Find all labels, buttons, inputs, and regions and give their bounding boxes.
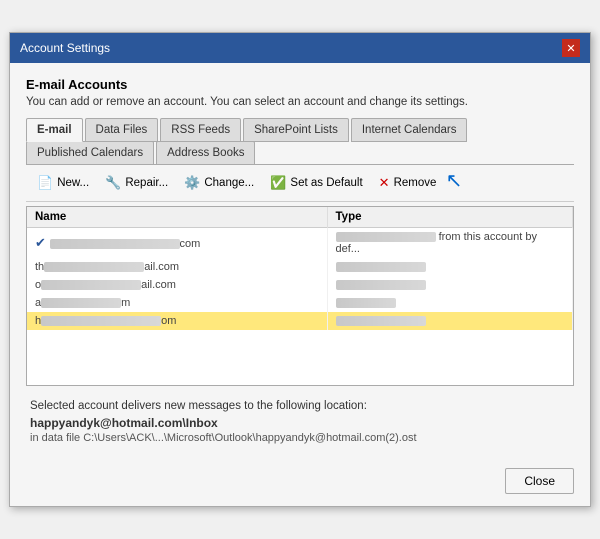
account-type-cell — [327, 294, 572, 312]
new-icon: 📄 — [37, 175, 53, 191]
type-blurred — [336, 232, 436, 242]
close-button[interactable]: ✕ — [562, 39, 580, 57]
table-row[interactable]: hom — [27, 312, 573, 330]
col-type-header: Type — [327, 207, 572, 228]
account-name-cell: oail.com — [27, 276, 327, 294]
tabs-container: E-mail Data Files RSS Feeds SharePoint L… — [26, 118, 574, 165]
tab-internet-calendars[interactable]: Internet Calendars — [351, 118, 468, 142]
tab-rss-feeds[interactable]: RSS Feeds — [160, 118, 241, 142]
remove-icon: ✕ — [379, 175, 390, 191]
change-icon: ⚙️ — [184, 175, 200, 191]
accounts-table: Name Type ✔ com from this account by def… — [26, 206, 574, 386]
name-blurred — [41, 298, 121, 308]
table-row[interactable]: th ail.com — [27, 258, 573, 276]
set-default-button[interactable]: ✅ Set as Default — [263, 171, 369, 195]
remove-button[interactable]: ✕ Remove ↖ — [372, 171, 444, 195]
repair-icon: 🔧 — [105, 175, 121, 191]
footer-info: Selected account delivers new messages t… — [26, 390, 574, 450]
table-row[interactable]: oail.com — [27, 276, 573, 294]
section-title: E-mail Accounts — [26, 77, 574, 92]
new-button[interactable]: 📄 New... — [30, 171, 96, 195]
tab-email[interactable]: E-mail — [26, 118, 83, 142]
name-suffix: com — [180, 238, 201, 250]
dialog-title: Account Settings — [20, 41, 110, 55]
account-name-cell: hom — [27, 312, 327, 330]
default-account-icon: ✔ — [35, 235, 50, 250]
default-label: Set as Default — [290, 177, 362, 189]
table-header: Name Type — [27, 207, 573, 228]
location-path: happyandyk@hotmail.com\Inbox — [30, 416, 570, 430]
default-icon: ✅ — [270, 175, 286, 191]
type-blurred — [336, 280, 426, 290]
new-label: New... — [57, 177, 89, 189]
delivers-line: Selected account delivers new messages t… — [30, 400, 570, 412]
dialog-footer: Close — [10, 460, 590, 506]
repair-button[interactable]: 🔧 Repair... — [98, 171, 175, 195]
tab-data-files[interactable]: Data Files — [85, 118, 159, 142]
repair-label: Repair... — [125, 177, 168, 189]
account-name-cell: th ail.com — [27, 258, 327, 276]
type-blurred — [336, 262, 426, 272]
account-name-cell: ✔ com — [27, 228, 327, 259]
table-row[interactable]: am — [27, 294, 573, 312]
type-blurred — [336, 316, 426, 326]
account-type-cell — [327, 258, 572, 276]
name-blurred — [44, 262, 144, 272]
account-type-cell — [327, 276, 572, 294]
toolbar: 📄 New... 🔧 Repair... ⚙️ Change... ✅ Set … — [26, 165, 574, 202]
account-type-cell — [327, 312, 572, 330]
name-suffix: m — [121, 297, 130, 309]
name-blurred — [41, 280, 141, 290]
name-suffix: ail.com — [141, 279, 176, 291]
title-bar: Account Settings ✕ — [10, 33, 590, 63]
tab-sharepoint-lists[interactable]: SharePoint Lists — [243, 118, 349, 142]
table-row[interactable]: ✔ com from this account by def... — [27, 228, 573, 259]
col-name-header: Name — [27, 207, 327, 228]
name-prefix: th — [35, 261, 44, 273]
remove-label: Remove — [394, 177, 437, 189]
account-settings-dialog: Account Settings ✕ E-mail Accounts You c… — [9, 32, 591, 507]
change-label: Change... — [204, 177, 254, 189]
name-suffix: om — [161, 315, 176, 327]
type-blurred — [336, 298, 396, 308]
cursor-pointer-icon: ↖ — [446, 168, 463, 193]
name-suffix: ail.com — [144, 261, 179, 273]
dialog-body: E-mail Accounts You can add or remove an… — [10, 63, 590, 460]
account-type-cell: from this account by def... — [327, 228, 572, 259]
name-blurred — [41, 316, 161, 326]
tab-published-calendars[interactable]: Published Calendars — [26, 141, 154, 165]
tab-address-books[interactable]: Address Books — [156, 141, 255, 165]
close-dialog-button[interactable]: Close — [505, 468, 574, 494]
data-file-path: in data file C:\Users\ACK\...\Microsoft\… — [30, 432, 570, 444]
account-name-cell: am — [27, 294, 327, 312]
name-blurred — [50, 239, 180, 249]
change-button[interactable]: ⚙️ Change... — [177, 171, 261, 195]
section-description: You can add or remove an account. You ca… — [26, 96, 574, 108]
